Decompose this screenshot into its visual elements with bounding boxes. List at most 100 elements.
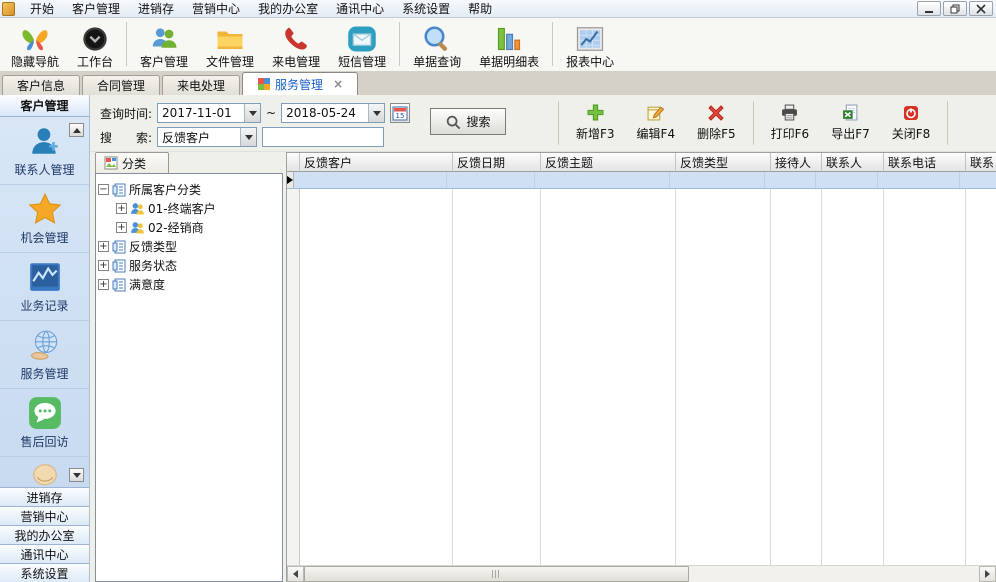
sidebar-item-opportunities[interactable]: 机会管理 bbox=[0, 184, 89, 252]
column-header-feedback-customer[interactable]: 反馈客户 bbox=[300, 153, 453, 172]
column-header-contact-phone[interactable]: 联系电话 bbox=[884, 153, 966, 172]
sidebar-header-customer-mgmt[interactable]: 客户管理 bbox=[0, 95, 89, 117]
expand-icon[interactable] bbox=[98, 260, 109, 271]
sidebar-group-communication[interactable]: 通讯中心 bbox=[0, 544, 89, 563]
toolbar-sms-mgmt-button[interactable]: 短信管理 bbox=[329, 20, 395, 70]
tree-node-service-status[interactable]: 服务状态 bbox=[98, 256, 280, 275]
column-header-contact-2[interactable]: 联系 bbox=[966, 153, 996, 172]
edit-button[interactable]: 编辑F4 bbox=[626, 98, 687, 148]
close-panel-button[interactable]: 关闭F8 bbox=[881, 98, 942, 148]
export-button[interactable]: 导出F7 bbox=[820, 98, 881, 148]
sidebar-group-inventory[interactable]: 进销存 bbox=[0, 487, 89, 506]
tab-call-handling[interactable]: 来电处理 bbox=[162, 75, 240, 95]
grid-column-track bbox=[966, 189, 996, 565]
column-header-feedback-subject[interactable]: 反馈主题 bbox=[541, 153, 676, 172]
sidebar-item-label: 售后回访 bbox=[20, 433, 68, 450]
menu-customer[interactable]: 客户管理 bbox=[63, 0, 129, 18]
dropdown-button[interactable] bbox=[368, 104, 384, 122]
grid-cell bbox=[816, 172, 878, 188]
chevron-down-icon bbox=[245, 135, 253, 140]
restore-button[interactable] bbox=[943, 1, 967, 16]
scroll-left-button[interactable] bbox=[287, 566, 304, 582]
person-bow-icon bbox=[25, 464, 65, 487]
sidebar-group-settings[interactable]: 系统设置 bbox=[0, 563, 89, 582]
collapse-icon[interactable] bbox=[98, 184, 109, 195]
sidebar-item-after-sales[interactable]: 售后回访 bbox=[0, 388, 89, 456]
barchart-icon bbox=[495, 23, 523, 55]
toolbar-label: 报表中心 bbox=[566, 55, 614, 69]
tab-service-mgmt[interactable]: 服务管理 × bbox=[242, 72, 358, 95]
chevron-down-icon bbox=[249, 111, 257, 116]
sidebar-item-service-mgmt[interactable]: 服务管理 bbox=[0, 320, 89, 388]
toolbar-file-mgmt-button[interactable]: 文件管理 bbox=[197, 20, 263, 70]
menu-settings[interactable]: 系统设置 bbox=[393, 0, 459, 18]
toolbar-separator bbox=[399, 22, 400, 66]
query-panel: 查询时间: 2017-11-01 ~ 2018-05-24 15 搜 bbox=[90, 95, 996, 152]
column-header-feedback-type[interactable]: 反馈类型 bbox=[676, 153, 771, 172]
search-input[interactable] bbox=[262, 127, 384, 147]
print-button[interactable]: 打印F6 bbox=[760, 98, 821, 148]
tab-customer-info[interactable]: 客户信息 bbox=[2, 75, 80, 95]
expand-icon[interactable] bbox=[116, 222, 127, 233]
toolbar-separator bbox=[126, 22, 127, 66]
toolbar-label: 单据明细表 bbox=[479, 55, 539, 69]
scrollbar-track[interactable] bbox=[304, 566, 979, 582]
scroll-right-button[interactable] bbox=[979, 566, 996, 582]
column-header-receptionist[interactable]: 接待人 bbox=[771, 153, 822, 172]
column-header-feedback-date[interactable]: 反馈日期 bbox=[453, 153, 541, 172]
menu-marketing[interactable]: 营销中心 bbox=[183, 0, 249, 18]
arrow-down-icon bbox=[73, 473, 81, 478]
toolbar-customer-mgmt-button[interactable]: 客户管理 bbox=[131, 20, 197, 70]
chevron-down-icon bbox=[373, 111, 381, 116]
search-type-dropdown[interactable]: 反馈客户 bbox=[157, 127, 257, 147]
toolbar-hide-nav-button[interactable]: 隐藏导航 bbox=[2, 20, 68, 70]
expand-icon[interactable] bbox=[98, 241, 109, 252]
toolbar-doc-query-button[interactable]: 单据查询 bbox=[404, 20, 470, 70]
sidebar-item-business-records[interactable]: 业务记录 bbox=[0, 252, 89, 320]
tree-node-distributors[interactable]: 02-经销商 bbox=[116, 218, 280, 237]
calendar-icon: 15 bbox=[392, 105, 408, 121]
dropdown-button[interactable] bbox=[244, 104, 260, 122]
close-button[interactable] bbox=[969, 1, 993, 16]
sidebar-scroll-up-button[interactable] bbox=[69, 123, 84, 137]
menu-start[interactable]: 开始 bbox=[21, 0, 63, 18]
menu-inventory[interactable]: 进销存 bbox=[129, 0, 183, 18]
expand-icon[interactable] bbox=[116, 203, 127, 214]
date-to-dropdown[interactable]: 2018-05-24 bbox=[281, 103, 385, 123]
query-time-label: 查询时间: bbox=[100, 105, 152, 122]
minimize-button[interactable] bbox=[917, 1, 941, 16]
toolbar-workbench-button[interactable]: 工作台 bbox=[68, 20, 122, 70]
app-window: 开始 客户管理 进销存 营销中心 我的办公室 通讯中心 系统设置 帮助 隐藏导航… bbox=[0, 0, 996, 582]
tab-close-icon[interactable]: × bbox=[333, 77, 343, 91]
search-button-label: 搜索 bbox=[466, 113, 490, 130]
toolbar-report-center-button[interactable]: 报表中心 bbox=[557, 20, 623, 70]
magnifier-icon bbox=[422, 23, 452, 55]
search-button[interactable]: 搜索 bbox=[430, 108, 506, 135]
column-header-contact[interactable]: 联系人 bbox=[822, 153, 884, 172]
folder-icon bbox=[215, 23, 245, 55]
sidebar-group-marketing[interactable]: 营销中心 bbox=[0, 506, 89, 525]
dropdown-button[interactable] bbox=[240, 128, 256, 146]
tree-node-satisfaction[interactable]: 满意度 bbox=[98, 275, 280, 294]
tree-node-terminal-customers[interactable]: 01-终端客户 bbox=[116, 199, 280, 218]
selected-empty-row[interactable] bbox=[287, 172, 996, 189]
category-tab[interactable]: 分类 bbox=[95, 152, 169, 173]
scrollbar-thumb[interactable] bbox=[304, 566, 689, 582]
expand-icon[interactable] bbox=[98, 279, 109, 290]
tree-node-feedback-type[interactable]: 反馈类型 bbox=[98, 237, 280, 256]
toolbar-call-mgmt-button[interactable]: 来电管理 bbox=[263, 20, 329, 70]
tab-contract-mgmt[interactable]: 合同管理 bbox=[82, 75, 160, 95]
menu-office[interactable]: 我的办公室 bbox=[249, 0, 327, 18]
tree-node-customer-category[interactable]: 所属客户分类 bbox=[98, 180, 280, 199]
delete-button[interactable]: 删除F5 bbox=[686, 98, 747, 148]
menu-communication[interactable]: 通讯中心 bbox=[327, 0, 393, 18]
add-button[interactable]: 新增F3 bbox=[565, 98, 626, 148]
sidebar-group-office[interactable]: 我的办公室 bbox=[0, 525, 89, 544]
sidebar-scroll-down-button[interactable] bbox=[69, 468, 84, 482]
calendar-button[interactable]: 15 bbox=[390, 103, 410, 123]
date-from-dropdown[interactable]: 2017-11-01 bbox=[157, 103, 261, 123]
toolbar-doc-detail-button[interactable]: 单据明细表 bbox=[470, 20, 548, 70]
horizontal-scrollbar[interactable] bbox=[287, 565, 996, 582]
excel-export-icon bbox=[842, 104, 859, 121]
menu-help[interactable]: 帮助 bbox=[459, 0, 501, 18]
